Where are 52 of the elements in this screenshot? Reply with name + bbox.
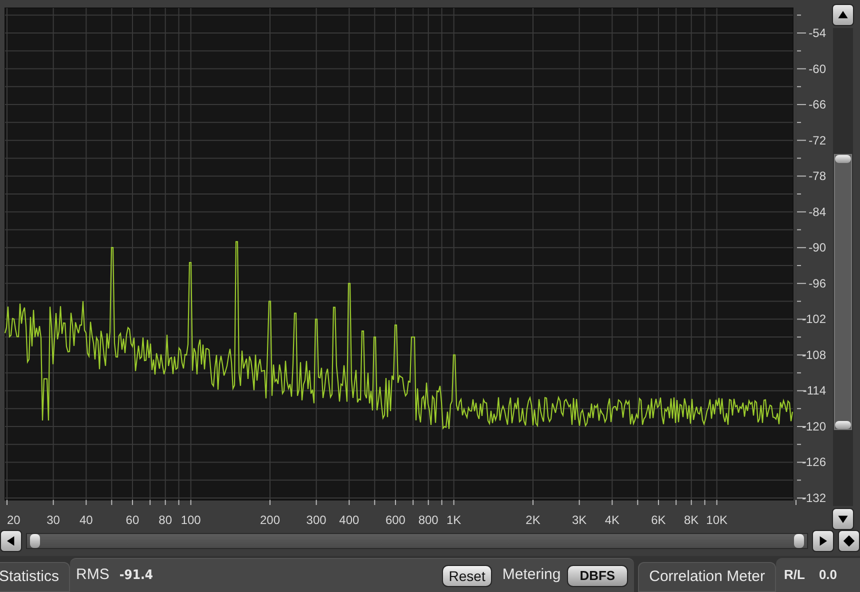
scroll-handle[interactable] [30,534,40,548]
rms-value: -91.4 [119,566,154,585]
level-label: -90 [808,240,826,255]
correlation-value: 0.0 [818,566,838,584]
level-label: -54 [808,26,826,40]
frequency-label: 6K [651,513,666,527]
frequency-label: 2K [526,513,540,527]
level-label: -126 [802,455,826,470]
level-label: -78 [808,169,826,184]
correlation-meter-tab[interactable]: Correlation Meter [638,562,776,592]
scroll-thumb[interactable] [834,154,852,430]
scroll-left-button[interactable] [0,530,22,552]
frequency-label: 4K [604,513,620,527]
frequency-label: 8K [684,513,699,527]
level-label: -120 [802,419,826,434]
level-label: -66 [808,98,826,112]
frequency-label: 100 [180,513,201,527]
frequency-label: 30 [46,513,60,527]
scroll-up-button[interactable] [832,4,854,26]
level-label: -132 [802,491,826,505]
level-label: -114 [802,384,826,398]
frequency-label: 10K [706,513,728,527]
frequency-label: 600 [385,513,406,527]
level-label: -102 [802,312,826,326]
reset-button[interactable]: Reset [442,564,492,586]
metering-label: Metering [502,565,561,586]
frequency-label: 200 [260,513,280,527]
frequency-label: 1K [446,513,462,527]
rms-label: RMS [76,565,110,586]
frequency-label: 20 [7,513,20,527]
diamond-icon [841,533,857,550]
level-label: -60 [808,62,826,76]
statistics-tab[interactable]: Statistics [0,562,70,592]
frequency-label: 400 [339,513,360,527]
vertical-scrollbar[interactable] [833,28,853,506]
horizontal-scrollbar[interactable] [26,533,808,550]
metering-mode-button[interactable]: DBFS [566,564,628,586]
correlation-label: R/L [784,566,805,584]
frequency-label: 60 [126,513,140,527]
scroll-handle[interactable] [794,534,804,548]
level-label: -96 [808,276,826,290]
zoom-reset-button[interactable] [838,530,860,552]
scroll-down-button[interactable] [832,508,854,530]
level-label: -84 [808,204,826,219]
level-label: -72 [808,133,826,148]
frequency-label: 80 [158,513,172,527]
frequency-label: 40 [80,513,93,527]
frequency-label: 800 [418,513,438,527]
level-label: -108 [802,348,826,362]
scroll-right-button[interactable] [812,530,834,552]
frequency-label: 300 [306,513,326,527]
frequency-label: 3K [572,513,587,527]
